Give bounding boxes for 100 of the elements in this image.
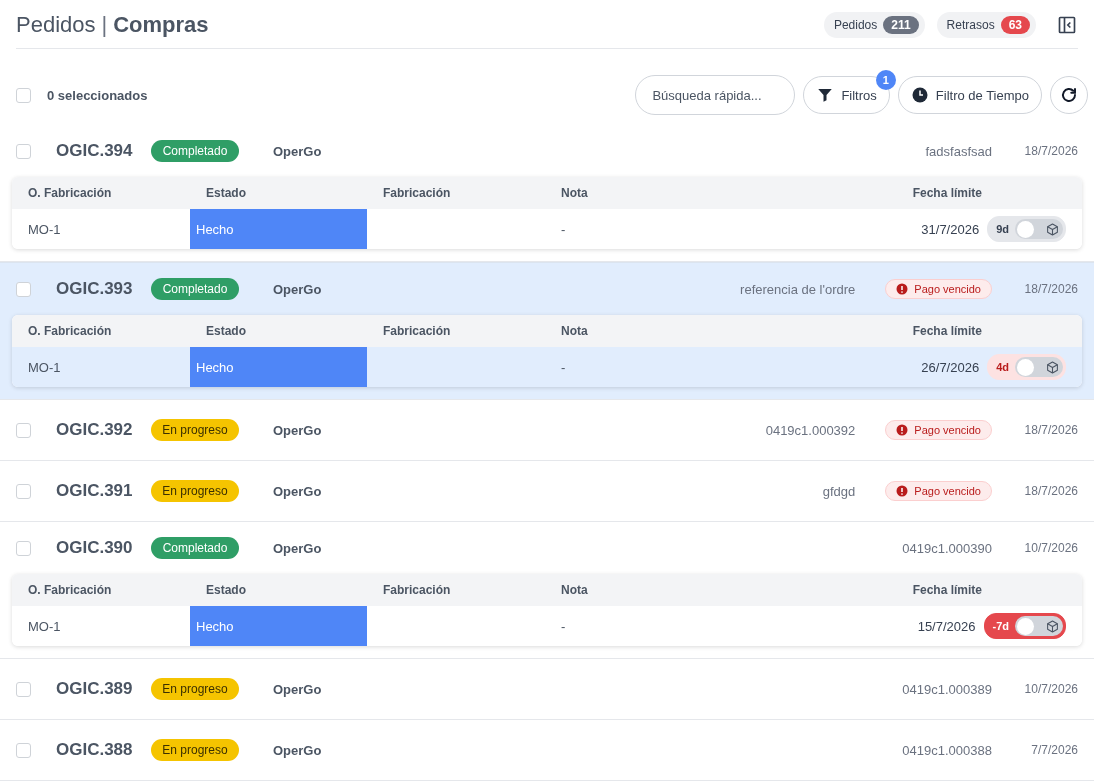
status-badge: Completado bbox=[151, 537, 239, 559]
package-icon bbox=[1046, 360, 1059, 374]
column-header: Fabricación bbox=[367, 177, 545, 209]
count-badge: 63 bbox=[1000, 16, 1030, 34]
client-name: OperGo bbox=[273, 742, 323, 758]
column-header: Estado bbox=[190, 177, 367, 209]
column-header: Fabricación bbox=[367, 574, 545, 606]
order-row[interactable]: OGIC.393 Completado OperGo referencia de l'ordre Pago vencido 18/7/2026 O. Fabricación Estado Fabricación Nota Fecha límite MO-1 Hecho - 26/7/2026 4d bbox=[0, 262, 1094, 400]
row-checkbox[interactable] bbox=[16, 422, 31, 438]
toggle-switch[interactable] bbox=[1015, 616, 1063, 636]
column-header: Estado bbox=[190, 574, 367, 606]
table-cell: MO-1 bbox=[12, 209, 190, 249]
order-id: OGIC.389 bbox=[56, 679, 134, 699]
order-date: 18/7/2026 bbox=[1023, 282, 1078, 296]
order-date: 10/7/2026 bbox=[1023, 682, 1078, 696]
status-badge: En progreso bbox=[151, 480, 239, 502]
time-filter-button[interactable]: Filtro de Tiempo bbox=[897, 76, 1042, 114]
count-badge: 211 bbox=[883, 16, 919, 34]
alert-icon bbox=[896, 424, 909, 436]
deadline-date: 15/7/2026 bbox=[917, 618, 976, 634]
column-header: O. Fabricación bbox=[12, 574, 190, 606]
select-all-checkbox[interactable] bbox=[16, 87, 31, 103]
column-header: Fecha límite bbox=[885, 574, 1082, 606]
days-left-pill: 4d bbox=[987, 354, 1066, 380]
order-reference: 0419c1.000389 bbox=[902, 681, 992, 697]
counter-chip[interactable]: Pedidos 211 bbox=[823, 12, 925, 38]
deadline-date: 31/7/2026 bbox=[921, 221, 980, 237]
status-badge: Completado bbox=[151, 278, 239, 300]
order-date: 18/7/2026 bbox=[1023, 144, 1078, 158]
order-reference: fadsfasfsad bbox=[925, 143, 992, 159]
order-reference: 0419c1.000392 bbox=[765, 422, 856, 438]
column-header: Fecha límite bbox=[885, 315, 1082, 347]
client-name: OperGo bbox=[273, 483, 323, 499]
counter-chip[interactable]: Retrasos 63 bbox=[936, 12, 1036, 38]
column-header: Nota bbox=[545, 177, 885, 209]
toggle-switch[interactable] bbox=[1015, 219, 1063, 239]
overdue-badge: Pago vencido bbox=[885, 420, 992, 440]
client-name: OperGo bbox=[273, 281, 323, 297]
page-title: Pedidos bbox=[16, 12, 96, 38]
title-separator: | bbox=[101, 12, 108, 38]
filter-count-badge: 1 bbox=[875, 70, 896, 90]
order-id: OGIC.394 bbox=[56, 141, 134, 161]
days-left-pill: -7d bbox=[983, 613, 1066, 639]
days-left-pill: 9d bbox=[987, 216, 1066, 242]
order-date: 10/7/2026 bbox=[1023, 541, 1078, 555]
status-badge: En progreso bbox=[151, 678, 239, 700]
package-icon bbox=[1046, 222, 1059, 236]
table-cell: - bbox=[545, 347, 885, 387]
page-subtitle: Compras bbox=[113, 12, 209, 38]
status-badge: En progreso bbox=[151, 739, 239, 761]
column-header: O. Fabricación bbox=[12, 177, 190, 209]
row-checkbox[interactable] bbox=[16, 143, 31, 159]
status-badge: Completado bbox=[151, 140, 239, 162]
row-checkbox[interactable] bbox=[16, 540, 31, 556]
order-id: OGIC.393 bbox=[56, 279, 134, 299]
row-checkbox[interactable] bbox=[16, 483, 31, 499]
sidebar-toggle-button[interactable] bbox=[1056, 14, 1078, 36]
order-id: OGIC.392 bbox=[56, 420, 134, 440]
order-id: OGIC.391 bbox=[56, 481, 134, 501]
sidebar-icon bbox=[1057, 15, 1077, 35]
search-field[interactable]: Búsqueda rápida... bbox=[635, 75, 796, 115]
deadline-date: 26/7/2026 bbox=[921, 359, 980, 375]
client-name: OperGo bbox=[273, 540, 323, 556]
table-cell: MO-1 bbox=[12, 606, 190, 646]
order-id: OGIC.388 bbox=[56, 740, 134, 760]
alert-icon bbox=[896, 283, 909, 295]
selection-count: 0 seleccionados bbox=[47, 87, 149, 103]
order-reference: 0419c1.000390 bbox=[902, 540, 992, 556]
alert-icon bbox=[896, 485, 909, 497]
order-reference: referencia de l'ordre bbox=[740, 281, 856, 297]
order-date: 18/7/2026 bbox=[1023, 423, 1078, 437]
refresh-icon bbox=[1060, 86, 1078, 104]
overdue-badge: Pago vencido bbox=[885, 279, 992, 299]
toggle-switch[interactable] bbox=[1015, 357, 1063, 377]
clock-icon bbox=[910, 86, 929, 104]
state-cell: Hecho bbox=[190, 209, 367, 249]
column-header: Nota bbox=[545, 574, 885, 606]
client-name: OperGo bbox=[273, 422, 323, 438]
state-cell: Hecho bbox=[190, 347, 367, 387]
column-header: Fabricación bbox=[367, 315, 545, 347]
column-header: Nota bbox=[545, 315, 885, 347]
column-header: Estado bbox=[190, 315, 367, 347]
client-name: OperGo bbox=[273, 681, 323, 697]
order-date: 7/7/2026 bbox=[1030, 743, 1078, 757]
client-name: OperGo bbox=[273, 143, 323, 159]
row-checkbox[interactable] bbox=[16, 681, 31, 697]
column-header: O. Fabricación bbox=[12, 315, 190, 347]
column-header: Fecha límite bbox=[885, 177, 1082, 209]
row-checkbox[interactable] bbox=[16, 281, 31, 297]
state-cell: Hecho bbox=[190, 606, 367, 646]
table-cell: MO-1 bbox=[12, 347, 190, 387]
row-checkbox[interactable] bbox=[16, 742, 31, 758]
order-id: OGIC.390 bbox=[56, 538, 134, 558]
package-icon bbox=[1046, 619, 1059, 633]
order-reference: gfdgd bbox=[822, 483, 856, 499]
overdue-badge: Pago vencido bbox=[885, 481, 992, 501]
refresh-button[interactable] bbox=[1050, 76, 1088, 114]
status-badge: En progreso bbox=[151, 419, 239, 441]
order-reference: 0419c1.000388 bbox=[902, 742, 992, 758]
order-date: 18/7/2026 bbox=[1023, 484, 1078, 498]
